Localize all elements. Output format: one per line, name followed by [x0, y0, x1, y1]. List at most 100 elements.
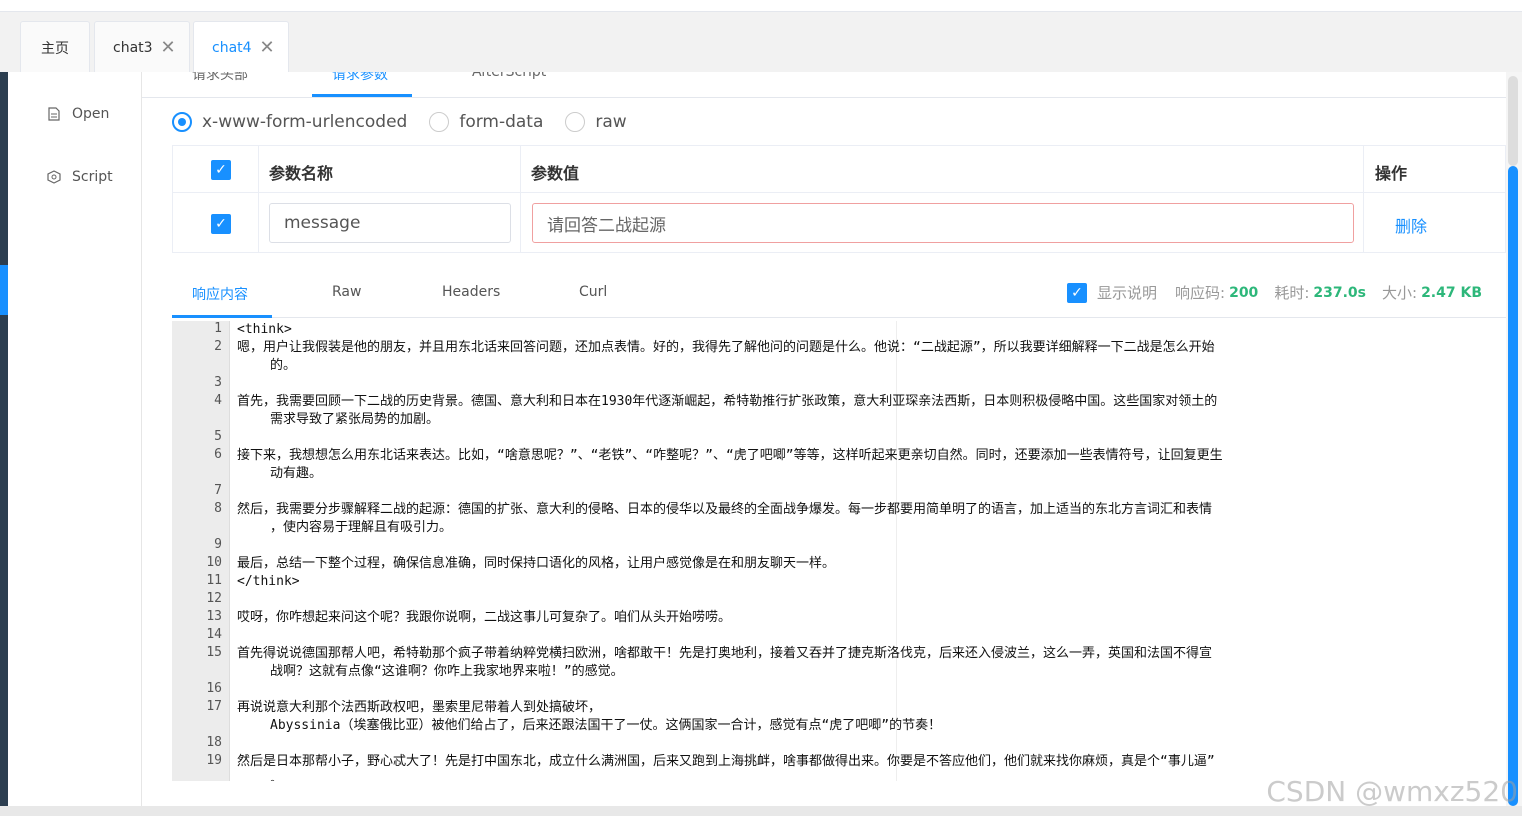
line-number: 8	[214, 501, 222, 516]
code-text: 再说说意大利那个法西斯政权吧，墨索里尼带着人到处搞破坏，	[237, 700, 602, 715]
line-number: 4	[214, 393, 222, 408]
tab-label: 主页	[41, 40, 69, 57]
app-nav-edge	[0, 72, 8, 816]
radio-urlencoded[interactable]: x-www-form-urlencoded	[172, 112, 407, 132]
line-number: 10	[206, 555, 222, 570]
tab-home[interactable]: 主页	[20, 21, 90, 73]
show-desc-label: 显示说明	[1097, 284, 1158, 302]
size-value: 2.47 KB	[1421, 284, 1482, 301]
radio-circle	[172, 112, 192, 132]
code-text-wrap: ，使内容易于理解且有吸引力。	[270, 520, 453, 535]
code-text: </think>	[237, 574, 300, 589]
radio-form-data[interactable]: form-data	[429, 112, 543, 132]
row-checkbox[interactable]: ✓	[211, 214, 231, 234]
line-number: 1	[214, 321, 222, 336]
line-number: 2	[214, 339, 222, 354]
radio-circle	[565, 112, 586, 132]
response-info: ✓ 显示说明 响应码: 200 耗时: 237.0s 大小: 2.47 KB	[1067, 282, 1488, 303]
tab-raw[interactable]: Raw	[332, 284, 361, 300]
response-editor[interactable]: 1 <think> 2 嗯，用户让我假装是他的朋友，并且用东北话来回答问题，还加点表情…	[172, 321, 1506, 781]
code-text: 嗯，用户让我假装是他的朋友，并且用东北话来回答问题，还加点表情。好的，我得先了解…	[237, 340, 1215, 355]
code-text: 最后，总结一下整个过程，确保信息准确，同时保持口语化的风格，让用户感觉像是在和朋…	[237, 556, 836, 571]
scrollbar-thumb[interactable]	[1508, 166, 1518, 806]
radio-label: form-data	[459, 112, 544, 132]
code-content: 1 <think> 2 嗯，用户让我假装是他的朋友，并且用东北话来回答问题，还加点表情…	[206, 321, 1506, 781]
tab-response-content[interactable]: 响应内容	[192, 284, 248, 304]
line-number: 16	[206, 681, 222, 696]
radio-raw[interactable]: raw	[565, 112, 627, 132]
code-line: 7	[214, 483, 1506, 501]
code-text: 接下来，我想想怎么用东北话来表达。比如，“啥意思呢？”、“老铁”、“咋整呢？”、…	[237, 448, 1223, 463]
select-all-checkbox[interactable]: ✓	[211, 160, 231, 180]
code-line: 6 接下来，我想想怎么用东北话来表达。比如，“啥意思呢？”、“老铁”、“咋整呢？”…	[214, 447, 1506, 483]
status-code-value: 200	[1229, 284, 1259, 301]
code-line: 4 首先，我需要回顾一下二战的历史背景。德国、意大利和日本在1930年代逐渐崛起，…	[214, 393, 1506, 429]
code-text: 首先，我需要回顾一下二战的历史背景。德国、意大利和日本在1930年代逐渐崛起，希…	[237, 394, 1218, 409]
script-icon	[46, 170, 62, 184]
code-line: 11 </think>	[206, 573, 1506, 591]
sidebar: Open Script	[8, 72, 142, 806]
code-text-wrap: 的。	[270, 358, 297, 373]
line-number: 12	[206, 591, 222, 606]
response-tabs: 响应内容 Raw Headers Curl ✓ 显示说明 响应码: 200 耗时…	[172, 272, 1506, 318]
code-text-wrap: 战啊？这就有点像“这谁啊？你咋上我家地界来啦！”的感觉。	[270, 664, 624, 679]
code-line: 12	[206, 591, 1506, 609]
line-number: 14	[206, 627, 222, 642]
code-text: 首先得说说德国那帮人吧，希特勒那个疯子带着纳粹党横扫欧洲，啥都敢干！先是打奥地利…	[237, 646, 1213, 661]
active-tab-indicator	[172, 315, 272, 318]
code-line: 13 哎呀，你咋想起来问这个呢？我跟你说啊，二战这事儿可复杂了。咱们从头开始唠唠。	[206, 609, 1506, 627]
radio-label: raw	[595, 112, 627, 132]
file-icon	[46, 107, 62, 121]
code-line: 17 再说说意大利那个法西斯政权吧，墨索里尼带着人到处搞破坏， Abyssinia（…	[206, 699, 1506, 735]
body-type-group: x-www-form-urlencoded form-data raw	[172, 110, 649, 134]
tab-bar: 主页 chat3 ✕ chat4 ✕	[0, 12, 1522, 74]
close-icon[interactable]: ✕	[260, 39, 275, 57]
line-number: 15	[206, 645, 222, 660]
header-action: 操作	[1375, 164, 1408, 183]
tab-curl[interactable]: Curl	[579, 284, 607, 300]
tab-label: chat4	[212, 40, 252, 56]
tab-headers[interactable]: Headers	[442, 284, 500, 300]
code-line: 14	[206, 627, 1506, 645]
code-line: 2 嗯，用户让我假装是他的朋友，并且用东北话来回答问题，还加点表情。好的，我得先了…	[214, 339, 1506, 375]
radio-circle	[429, 112, 450, 132]
line-number: 6	[214, 447, 222, 462]
code-line: 15 首先得说说德国那帮人吧，希特勒那个疯子带着纳粹党横扫欧洲，啥都敢干！先是打奥…	[206, 645, 1506, 681]
tab-request-params[interactable]: 请求参数	[332, 72, 388, 84]
line-number: 13	[206, 609, 222, 624]
code-line: 8 然后，我需要分步骤解释二战的起源：德国的扩张、意大利的侵略、日本的侵华以及最终…	[214, 501, 1506, 537]
code-line: 1 <think>	[214, 321, 1506, 339]
tab-chat4[interactable]: chat4 ✕	[193, 21, 289, 74]
close-icon[interactable]: ✕	[161, 38, 176, 57]
time-label: 耗时:	[1274, 284, 1310, 302]
sidebar-item-label: Script	[72, 169, 113, 185]
scrollbar[interactable]	[1506, 72, 1522, 806]
line-number: 19	[206, 753, 222, 768]
header-param-value: 参数值	[531, 164, 580, 183]
tab-after-script[interactable]: AfterScript	[472, 72, 546, 80]
time-value: 237.0s	[1313, 284, 1366, 301]
line-number: 11	[206, 573, 222, 588]
code-line: 10 最后，总结一下整个过程，确保信息准确，同时保持口语化的风格，让用户感觉像是在…	[206, 555, 1506, 573]
code-line: 18	[206, 735, 1506, 753]
code-line: 5	[214, 429, 1506, 447]
main-panel: 请求头部 请求参数 AfterScript x-www-form-urlenco…	[142, 72, 1506, 806]
radio-label: x-www-form-urlencoded	[202, 112, 408, 132]
tab-chat3[interactable]: chat3 ✕	[94, 21, 190, 73]
code-text: 哎呀，你咋想起来问这个呢？我跟你说啊，二战这事儿可复杂了。咱们从头开始唠唠。	[237, 610, 732, 625]
tab-request-headers[interactable]: 请求头部	[192, 72, 248, 84]
line-number: 18	[206, 735, 222, 750]
param-name-input[interactable]: message	[269, 203, 511, 243]
sidebar-item-open[interactable]: Open	[46, 106, 109, 122]
delete-button[interactable]: 删除	[1395, 213, 1427, 237]
code-text-wrap: Abyssinia（埃塞俄比亚）被他们给占了，后来还跟法国干了一仗。这俩国家一合…	[270, 718, 942, 733]
nav-active-indicator	[0, 265, 8, 315]
sidebar-item-label: Open	[72, 106, 110, 122]
code-text: 然后，我需要分步骤解释二战的起源：德国的扩张、意大利的侵略、日本的侵华以及最终的…	[237, 502, 1213, 517]
active-tab-indicator	[312, 94, 412, 97]
status-code-label: 响应码:	[1175, 284, 1226, 302]
code-line: 16	[206, 681, 1506, 699]
show-desc-checkbox[interactable]: ✓	[1067, 282, 1087, 303]
sidebar-item-script[interactable]: Script	[46, 169, 113, 185]
param-value-input[interactable]: 请回答二战起源	[532, 203, 1354, 243]
